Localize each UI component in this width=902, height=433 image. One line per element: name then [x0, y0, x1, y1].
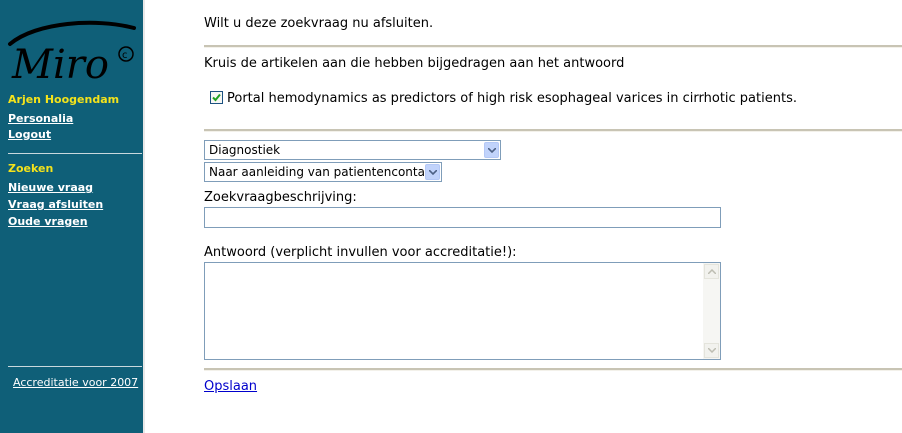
save-link[interactable]: Opslaan	[204, 379, 257, 394]
personalia-link[interactable]: Personalia	[8, 112, 73, 125]
sidebar-divider	[8, 153, 142, 154]
user-name: Arjen Hoogendam	[8, 93, 120, 106]
svg-text:c: c	[122, 50, 128, 61]
close-prompt: Wilt u deze zoekvraag nu afsluiten.	[204, 16, 434, 31]
section-title-zoeken: Zoeken	[8, 162, 54, 175]
old-questions-link[interactable]: Oude vragen	[8, 215, 88, 228]
new-question-link[interactable]: Nieuwe vraag	[8, 181, 93, 194]
accreditation-link[interactable]: Accreditatie voor 2007	[13, 376, 138, 389]
category-select-value: Diagnostiek	[209, 143, 281, 157]
answer-textarea[interactable]	[204, 262, 721, 360]
textarea-scrollbar[interactable]	[703, 263, 720, 359]
logout-link[interactable]: Logout	[8, 128, 51, 141]
reason-select-value: Naar aanleiding van patientencontact	[209, 165, 437, 179]
separator	[204, 368, 902, 371]
sidebar-divider-bottom	[8, 366, 142, 367]
sidebar: Miro c Arjen Hoogendam Personalia Logout…	[0, 0, 145, 433]
sidebar-edge	[143, 0, 145, 433]
dropdown-arrow-icon[interactable]	[425, 164, 440, 180]
checkmark-icon	[212, 93, 221, 102]
miro-logo: Miro c	[8, 20, 136, 88]
answer-label: Antwoord (verplicht invullen voor accred…	[204, 245, 517, 260]
separator	[204, 45, 902, 48]
dropdown-arrow-icon[interactable]	[484, 142, 499, 158]
description-input[interactable]	[204, 207, 721, 228]
article-checkbox[interactable]	[210, 91, 223, 104]
scroll-up-icon[interactable]	[704, 264, 719, 279]
close-question-link[interactable]: Vraag afsluiten	[8, 198, 103, 211]
reason-select[interactable]: Naar aanleiding van patientencontact	[204, 162, 442, 182]
separator	[204, 129, 902, 132]
article-title: Portal hemodynamics as predictors of hig…	[227, 91, 797, 106]
svg-text:Miro: Miro	[11, 42, 109, 88]
articles-instruction: Kruis de artikelen aan die hebben bijged…	[204, 56, 625, 71]
description-label: Zoekvraagbeschrijving:	[204, 190, 357, 205]
scroll-down-icon[interactable]	[704, 343, 719, 358]
category-select[interactable]: Diagnostiek	[204, 140, 501, 160]
